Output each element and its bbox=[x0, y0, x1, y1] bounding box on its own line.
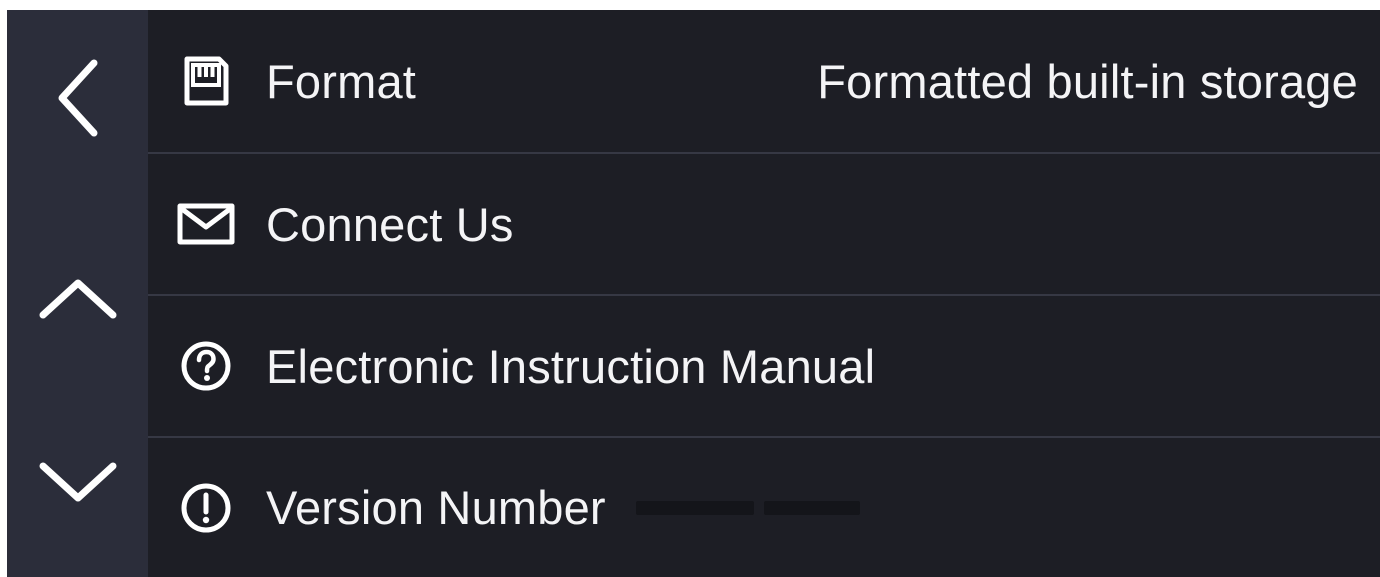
menu-item-version-number[interactable]: Version Number bbox=[148, 436, 1380, 577]
menu-item-label: Version Number bbox=[266, 481, 606, 534]
settings-screen: Format Formatted built-in storage Connec… bbox=[7, 10, 1380, 577]
menu-item-label: Electronic Instruction Manual bbox=[266, 339, 876, 393]
chevron-left-icon bbox=[58, 59, 97, 136]
help-circle-icon bbox=[176, 340, 236, 392]
menu-item-label: Connect Us bbox=[266, 197, 514, 251]
version-value-redacted bbox=[635, 500, 860, 515]
menu-item-label: Format bbox=[266, 54, 417, 108]
chevron-up-icon bbox=[39, 279, 116, 318]
chevron-down-icon bbox=[39, 462, 116, 501]
settings-menu-list: Format Formatted built-in storage Connec… bbox=[148, 10, 1380, 577]
menu-item-connect-us[interactable]: Connect Us bbox=[148, 152, 1380, 294]
info-circle-icon bbox=[176, 482, 236, 534]
nav-rail bbox=[7, 10, 148, 577]
menu-item-format[interactable]: Format Formatted built-in storage bbox=[148, 10, 1380, 152]
back-button[interactable] bbox=[7, 50, 148, 145]
format-status-value: Formatted built-in storage bbox=[817, 54, 1358, 108]
mail-icon bbox=[176, 203, 236, 245]
scroll-up-button[interactable] bbox=[7, 255, 148, 340]
menu-item-instruction-manual[interactable]: Electronic Instruction Manual bbox=[148, 294, 1380, 436]
scroll-down-button[interactable] bbox=[7, 440, 148, 525]
sd-card-icon bbox=[176, 53, 236, 109]
